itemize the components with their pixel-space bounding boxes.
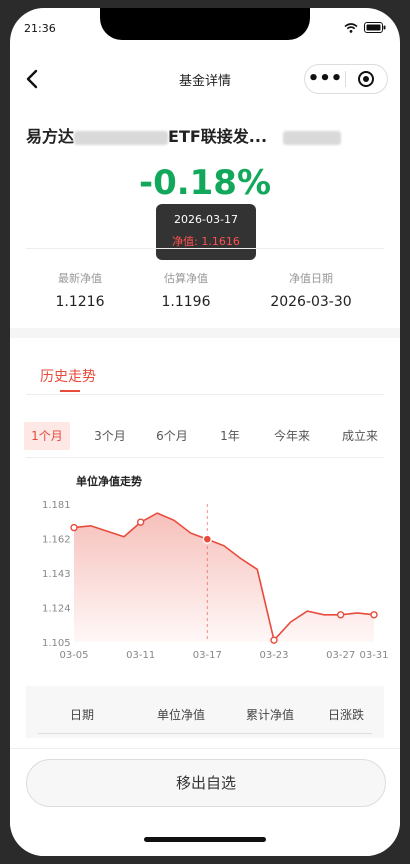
section-separator bbox=[10, 328, 400, 338]
chart-tooltip: 2026-03-17 净值: 1.1616 bbox=[156, 204, 256, 260]
target-icon bbox=[358, 71, 374, 87]
stat-nav-date: 净值日期 2026-03-30 bbox=[256, 270, 366, 310]
x-tick-label: 03-05 bbox=[59, 650, 88, 661]
area-fill bbox=[74, 513, 374, 642]
status-time: 21:36 bbox=[24, 22, 56, 35]
period-6m[interactable]: 6个月 bbox=[148, 422, 196, 450]
daily-change-percent: -0.18% bbox=[138, 163, 272, 203]
stat-estimated-nav: 估算净值 1.1196 bbox=[136, 270, 236, 310]
fund-name-prefix: 易方达 bbox=[26, 127, 75, 146]
y-tick-label: 1.162 bbox=[42, 535, 71, 546]
stat-value: 1.1216 bbox=[55, 294, 105, 310]
column-header-date: 日期 bbox=[69, 708, 94, 722]
data-point bbox=[270, 636, 278, 644]
stat-label: 估算净值 bbox=[164, 272, 208, 285]
tooltip-date: 2026-03-17 bbox=[174, 213, 238, 226]
device-notch bbox=[100, 8, 310, 40]
y-tick-label: 1.124 bbox=[42, 604, 71, 615]
x-tick-label: 03-27 bbox=[326, 650, 355, 661]
table-divider bbox=[38, 733, 372, 734]
tooltip-value: 净值: 1.1616 bbox=[172, 235, 240, 248]
data-point bbox=[370, 611, 378, 619]
column-header-unit-nav: 单位净值 bbox=[156, 708, 205, 722]
column-header-accum-nav: 累计净值 bbox=[245, 708, 294, 722]
data-point bbox=[70, 523, 78, 532]
period-selector: 1个月 3个月 6个月 1年 今年来 成立来 bbox=[24, 422, 386, 450]
nav-trend-chart: 1.181 1.162 1.143 1.124 1.10503-05 03-11 03-17… bbox=[42, 500, 389, 661]
history-table-header: 日期 单位净值 累计净值 日涨跌 bbox=[26, 686, 384, 738]
period-1m[interactable]: 1个月 bbox=[24, 422, 70, 450]
wifi-icon bbox=[344, 22, 358, 33]
period-3m[interactable]: 3个月 bbox=[86, 422, 134, 450]
stat-value: 1.1196 bbox=[161, 294, 211, 310]
data-point bbox=[136, 518, 145, 526]
redacted-fund-code bbox=[282, 130, 341, 145]
home-indicator bbox=[144, 837, 266, 842]
close-miniprogram-button[interactable] bbox=[346, 70, 386, 88]
y-tick-label: 1.105 bbox=[42, 638, 71, 649]
period-since-inception[interactable]: 成立来 bbox=[334, 422, 386, 450]
tab-underline bbox=[60, 390, 80, 392]
stat-value: 2026-03-30 bbox=[270, 294, 352, 310]
battery-icon bbox=[364, 22, 386, 33]
y-tick-label: 1.143 bbox=[42, 569, 71, 580]
y-tick-label: 1.181 bbox=[42, 500, 71, 511]
x-tick-label: 03-31 bbox=[359, 650, 388, 661]
stat-latest-nav: 最新净值 1.1216 bbox=[30, 270, 130, 310]
x-tick-label: 03-17 bbox=[193, 650, 222, 661]
bottom-action-bar: 移出自选 bbox=[10, 748, 400, 856]
period-1y[interactable]: 1年 bbox=[214, 422, 246, 450]
phone-screen: 21:36 基金详情 ••• 易方达 ETF联接发... -0.18% 2026… bbox=[10, 8, 400, 856]
fund-name: 易方达 ETF联接发... bbox=[26, 123, 341, 147]
nav-bar: 基金详情 ••• bbox=[10, 60, 400, 100]
redacted-fund-name bbox=[74, 130, 169, 145]
divider bbox=[26, 394, 384, 395]
divider bbox=[26, 457, 384, 458]
nav-stats: 最新净值 1.1216 估算净值 1.1196 净值日期 2026-03-30 bbox=[10, 270, 400, 320]
tab-history-trend[interactable]: 历史走势 bbox=[40, 366, 96, 386]
divider bbox=[26, 248, 384, 249]
highlight-point bbox=[202, 534, 213, 544]
mini-program-capsule: ••• bbox=[304, 64, 388, 94]
x-tick-label: 03-11 bbox=[126, 650, 155, 661]
data-point bbox=[336, 611, 345, 619]
column-header-daily-change: 日涨跌 bbox=[327, 708, 364, 722]
period-ytd[interactable]: 今年来 bbox=[266, 422, 318, 450]
stat-label: 净值日期 bbox=[289, 272, 333, 285]
status-icons bbox=[344, 22, 386, 33]
remove-from-watchlist-button[interactable]: 移出自选 bbox=[26, 759, 386, 807]
stat-label: 最新净值 bbox=[58, 272, 102, 285]
x-tick-label: 03-23 bbox=[259, 650, 288, 661]
fund-name-suffix: ETF联接发... bbox=[168, 127, 268, 146]
more-menu-button[interactable]: ••• bbox=[305, 70, 345, 88]
